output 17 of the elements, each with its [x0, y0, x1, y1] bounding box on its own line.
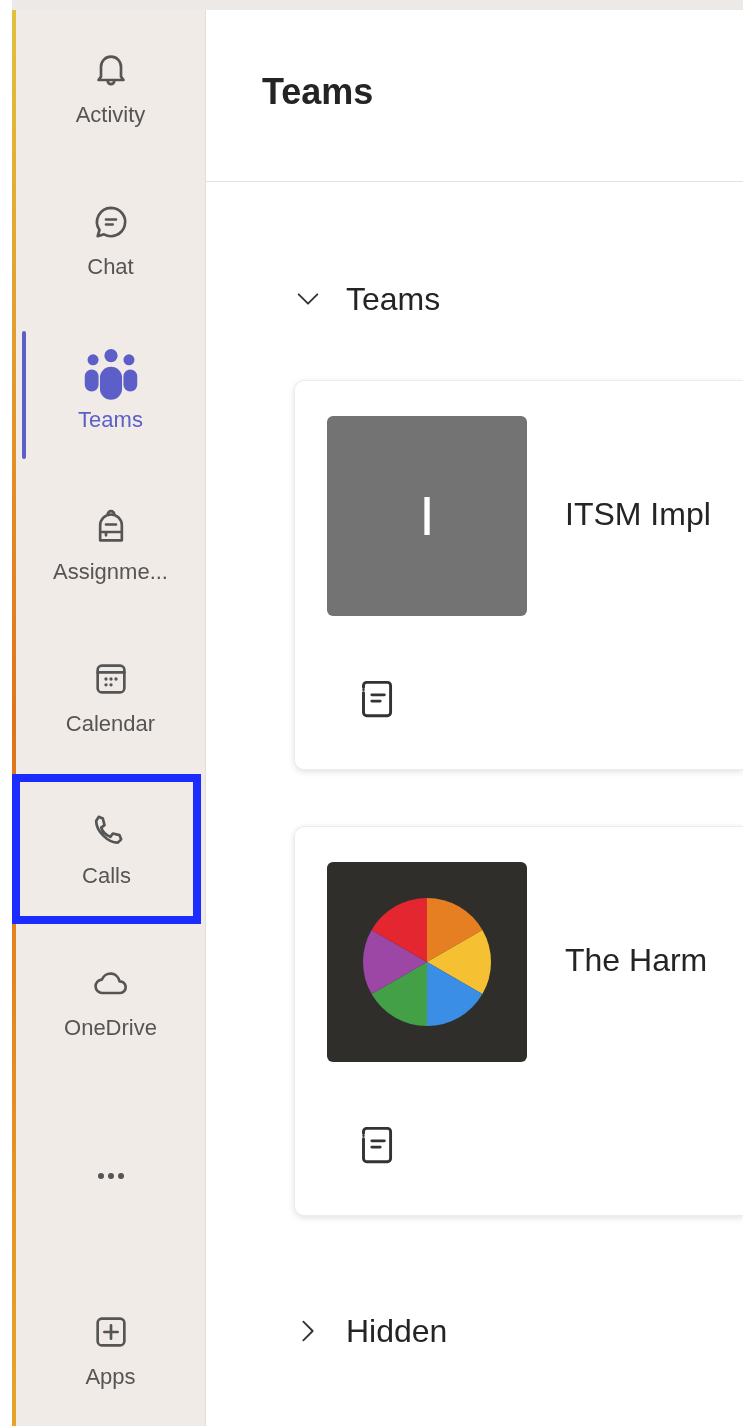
nav-item[interactable]: Assignme... [16, 469, 205, 620]
team-avatar: I [327, 416, 527, 616]
nav-item[interactable]: Calendar [16, 621, 205, 772]
nav-item[interactable]: Calls [12, 774, 201, 925]
nav-item[interactable]: Teams [16, 317, 205, 468]
nav-item[interactable]: OneDrive [16, 926, 205, 1077]
more-icon[interactable] [95, 1170, 126, 1181]
team-card[interactable]: I ITSM Impl [294, 380, 743, 770]
nav-item[interactable]: Chat [16, 165, 205, 316]
team-card[interactable]: The Harm [294, 826, 743, 1216]
section-header[interactable]: Hidden [294, 1306, 448, 1356]
page-title: Teams [262, 69, 374, 114]
section-header[interactable]: Teams [294, 274, 441, 324]
team-name: ITSM Impl [565, 495, 711, 534]
nav-item[interactable]: Activity [16, 13, 205, 164]
team-name: The Harm [565, 941, 708, 980]
nav-item[interactable]: Apps [16, 1274, 205, 1425]
